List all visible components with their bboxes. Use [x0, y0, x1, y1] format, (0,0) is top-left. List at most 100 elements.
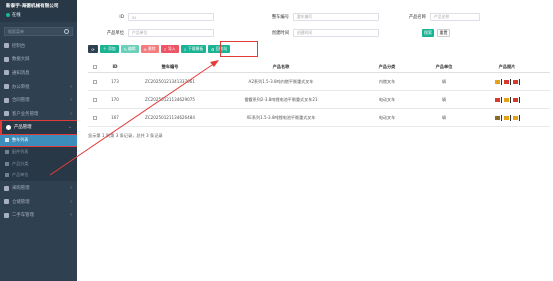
menu-search-placeholder: 搜索菜单: [8, 28, 24, 34]
cell-images: [464, 78, 550, 85]
sidebar-item-label: 通知消息: [12, 70, 30, 76]
sidebar-item-purchasing[interactable]: 采购管理 ‹: [0, 181, 77, 195]
sidebar-subitem-units[interactable]: 产品单位: [0, 169, 77, 182]
forklift-thumbnail[interactable]: [512, 96, 520, 103]
category-icon: [5, 161, 9, 166]
header-images: 产品图片: [498, 63, 516, 69]
filter-label: ID: [119, 14, 124, 20]
row-checkbox[interactable]: [93, 79, 97, 84]
table-row[interactable]: 173 ZC20250121341337061 A2系列1.5-3.8吨内燃平衡…: [88, 73, 550, 91]
cell-product-name: XE系列1.5-3.8吨锂电池平衡重式叉车: [246, 114, 316, 120]
refresh-button[interactable]: ⟳: [88, 45, 98, 53]
sidebar-subitem-categories[interactable]: 产品分类: [0, 157, 77, 170]
sidebar-subitem-label: 整车列表: [12, 137, 29, 143]
chevron-left-icon: ‹: [70, 212, 72, 219]
edit-button[interactable]: ✎ 编辑: [120, 45, 139, 53]
unit-input[interactable]: 产品单位: [128, 29, 214, 37]
search-icon[interactable]: [64, 29, 69, 34]
add-button[interactable]: ＋ 添加: [100, 45, 119, 53]
highlight-box: [220, 41, 258, 57]
sidebar-item-label: 办公审批: [12, 84, 30, 90]
sidebar-item-used-vehicles[interactable]: 二手车管理 ‹: [0, 209, 77, 223]
header-id[interactable]: ID: [102, 64, 128, 69]
header-product-name[interactable]: 产品名称: [212, 64, 350, 70]
filter-label: 产品名称: [408, 15, 426, 20]
sidebar: 新泰宇-海德机械有限公司 在线 搜索菜单 控制台 数据大屏 通知消息 办公审批 …: [0, 0, 77, 281]
pagination-info: 显示第 1 到第 3 条记录，总共 3 条记录: [88, 133, 163, 138]
sidebar-item-label: 采购管理: [12, 186, 30, 192]
download-template-button[interactable]: ⇩ 下载模板: [180, 45, 207, 53]
sidebar-item-customers[interactable]: 客户业务管理 ‹: [0, 107, 77, 121]
sidebar-item-warehouse[interactable]: 仓储管理 ‹: [0, 195, 77, 209]
id-input[interactable]: ID: [128, 13, 214, 21]
cell-unit: 辆: [441, 78, 447, 84]
cell-images: [464, 114, 550, 121]
cell-product-name: A2系列1.5-3.8吨内燃平衡重式叉车: [248, 78, 314, 84]
sidebar-subitem-label: 产品分类: [12, 160, 29, 166]
forklift-thumbnail[interactable]: [503, 114, 511, 121]
list-icon: [5, 149, 9, 154]
header-unit[interactable]: 产品单位: [424, 64, 464, 70]
forklift-thumbnail[interactable]: [512, 78, 520, 85]
cart-icon: [4, 185, 9, 191]
app-window: 新泰宇-海德机械有限公司 在线 搜索菜单 控制台 数据大屏 通知消息 办公审批 …: [0, 0, 553, 281]
cell-images: [464, 96, 550, 103]
cell-category: 电动叉车: [378, 114, 396, 120]
filter-vehicle-no: 整车编号 整车编号: [265, 11, 379, 23]
table-row[interactable]: 167 ZC20250121134626484 XE系列1.5-3.8吨锂电池平…: [88, 109, 550, 127]
sidebar-item-products[interactable]: 产品管理 ⌄: [0, 119, 77, 136]
filter-unit: 产品单位 产品单位: [100, 27, 214, 39]
reset-button[interactable]: 重置: [437, 29, 450, 37]
filter-label: 整车编号: [271, 15, 289, 20]
list-icon: [5, 138, 9, 143]
row-select-cell: [88, 79, 102, 84]
sidebar-item-dashboard[interactable]: 控制台: [0, 39, 77, 53]
sidebar-item-contracts[interactable]: 合同管理 ‹: [0, 93, 77, 107]
filter-label: 创建时间: [271, 31, 289, 36]
row-checkbox[interactable]: [93, 115, 97, 120]
sidebar-subitem-vehicle-list[interactable]: 整车列表: [0, 133, 77, 147]
sidebar-item-approval[interactable]: 办公审批 ‹: [0, 80, 77, 94]
vehicle-no-input[interactable]: 整车编号: [293, 13, 379, 21]
forklift-thumbnail[interactable]: [503, 96, 511, 103]
contract-icon: [4, 97, 9, 103]
forklift-thumbnail[interactable]: [503, 78, 511, 85]
header-category[interactable]: 产品分类: [350, 64, 424, 70]
sidebar-subitem-parts-list[interactable]: 配件列表: [0, 145, 77, 158]
header-vehicle-no[interactable]: 整车编号: [128, 64, 212, 70]
delete-button[interactable]: ⊖ 删除: [140, 45, 159, 53]
sidebar-item-notifications[interactable]: 通知消息: [0, 66, 77, 80]
import-button[interactable]: ⇧ 导入: [160, 45, 179, 53]
created-time-input[interactable]: 创建时间: [293, 29, 379, 37]
filter-created: 创建时间 创建时间: [265, 27, 379, 39]
product-icon: [6, 124, 11, 130]
search-button[interactable]: 搜索: [422, 29, 434, 37]
product-name-input[interactable]: 产品名称: [430, 13, 480, 21]
import-label: 导入: [167, 46, 176, 51]
row-select-cell: [88, 97, 102, 102]
cell-id: 167: [111, 115, 119, 120]
sidebar-subitem-label: 配件列表: [12, 148, 29, 154]
sidebar-item-label: 控制台: [12, 43, 26, 49]
table-toolbar: ⟳ ＋ 添加 ✎ 编辑 ⊖ 删除 ⇧ 导入 ⇩ 下载模板 ♻ 回收站: [88, 45, 231, 54]
cell-category: 电动叉车: [378, 96, 396, 102]
select-all-checkbox[interactable]: [93, 64, 97, 69]
forklift-thumbnail[interactable]: [494, 96, 502, 103]
message-icon: [4, 70, 9, 76]
cell-unit: 辆: [441, 114, 447, 120]
sidebar-item-label: 产品管理: [14, 125, 32, 131]
menu-search-input[interactable]: 搜索菜单: [4, 27, 73, 36]
table-row[interactable]: 170 ZC20250121134629075 雷霆系列2-3.8吨锂电池平衡重…: [88, 91, 550, 109]
edit-label: 编辑: [128, 46, 136, 51]
forklift-thumbnail[interactable]: [494, 114, 502, 121]
delete-label: 删除: [147, 46, 156, 51]
add-label: 添加: [108, 46, 116, 51]
sidebar-item-data-screen[interactable]: 数据大屏: [0, 53, 77, 67]
row-checkbox[interactable]: [93, 97, 97, 102]
customers-icon: [4, 111, 9, 117]
forklift-thumbnail[interactable]: [494, 78, 502, 85]
cell-vehicle-no: ZC20250121134626484: [145, 115, 195, 120]
filter-label: 产品单位: [106, 31, 124, 36]
forklift-thumbnail[interactable]: [512, 114, 520, 121]
company-name: 新泰宇-海德机械有限公司: [6, 4, 59, 9]
